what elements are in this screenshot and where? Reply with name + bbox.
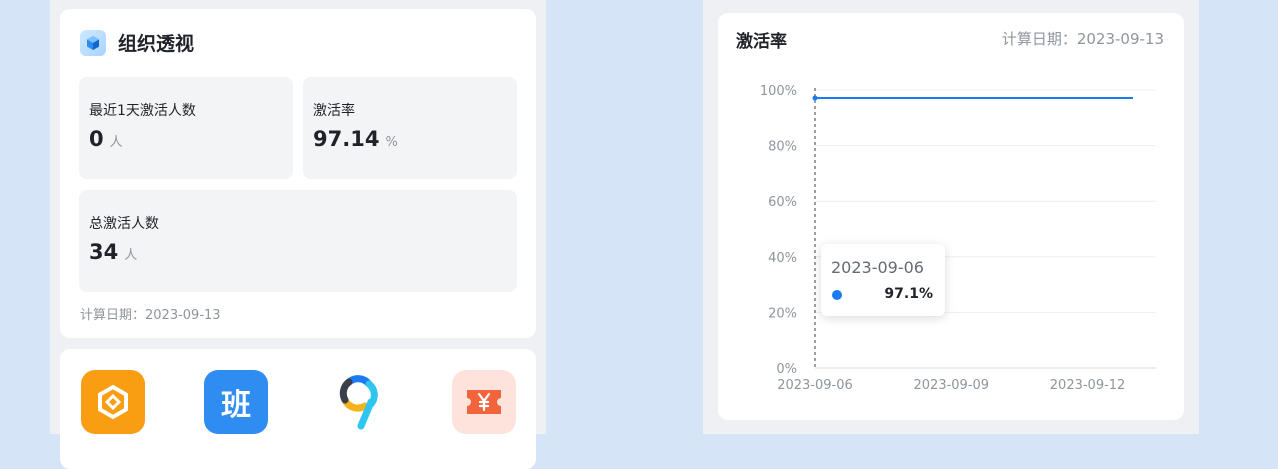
calc-date: 计算日期：2023-09-13	[80, 308, 221, 323]
stat-label: 激活率	[313, 103, 355, 119]
ban-app-icon[interactable]: 班	[204, 370, 268, 434]
y-tick-label: 20%	[768, 306, 797, 321]
org-insight-card: 组织透视 最近1天激活人数 0人 激活率 97.14% 总激活人数 34 人 计算…	[60, 9, 536, 338]
y-tick-label: 80%	[768, 140, 797, 155]
stat-total-activations[interactable]: 总激活人数 34 人	[79, 190, 517, 292]
stat-value: 97.14	[313, 127, 380, 151]
stat-unit: 人	[124, 248, 138, 263]
activation-rate-chart-card: 激活率 计算日期：2023-09-13 0% 20% 40% 60% 80% 100% 20…	[718, 13, 1184, 420]
x-tick-label: 2023-09-12	[1050, 378, 1126, 393]
ticket-yen-app-icon[interactable]	[452, 370, 516, 434]
x-tick-label: 2023-09-06	[777, 378, 853, 393]
stat-value: 0	[89, 127, 104, 151]
stat-label: 总激活人数	[89, 216, 159, 232]
y-tick-label: 0%	[776, 362, 797, 377]
highlight-point	[812, 95, 818, 101]
org-title: 组织透视	[118, 33, 195, 55]
activation-rate-line-chart[interactable]: 0% 20% 40% 60% 80% 100% 2023-09-06 2023-09-09 20…	[718, 13, 1184, 420]
chart-tooltip: 2023-09-06 97.1%	[821, 244, 945, 316]
tooltip-value: 97.1%	[884, 286, 933, 302]
hexagon-app-icon[interactable]	[81, 370, 145, 434]
stat-value: 34	[89, 240, 119, 264]
stat-activation-rate[interactable]: 激活率 97.14%	[303, 77, 517, 179]
right-phone-screen: 激活率 计算日期：2023-09-13 0% 20% 40% 60% 80% 100% 20…	[703, 0, 1199, 434]
org-header: 组织透视	[80, 29, 194, 56]
nine-app-icon[interactable]	[327, 370, 391, 434]
stat-unit: %	[385, 135, 398, 150]
y-tick-label: 100%	[760, 84, 797, 99]
y-tick-label: 60%	[768, 195, 797, 210]
cube-icon	[80, 29, 106, 56]
tooltip-series-dot	[832, 290, 842, 300]
tooltip-date: 2023-09-06	[831, 258, 924, 277]
stat-label: 最近1天激活人数	[89, 103, 196, 119]
y-tick-label: 40%	[768, 251, 797, 266]
x-tick-label: 2023-09-09	[914, 378, 990, 393]
stat-recent-activations[interactable]: 最近1天激活人数 0人	[79, 77, 293, 179]
stat-unit: 人	[109, 135, 123, 150]
left-phone-screen: 组织透视 最近1天激活人数 0人 激活率 97.14% 总激活人数 34 人 计算…	[50, 0, 546, 469]
apps-card: 班	[60, 349, 536, 469]
